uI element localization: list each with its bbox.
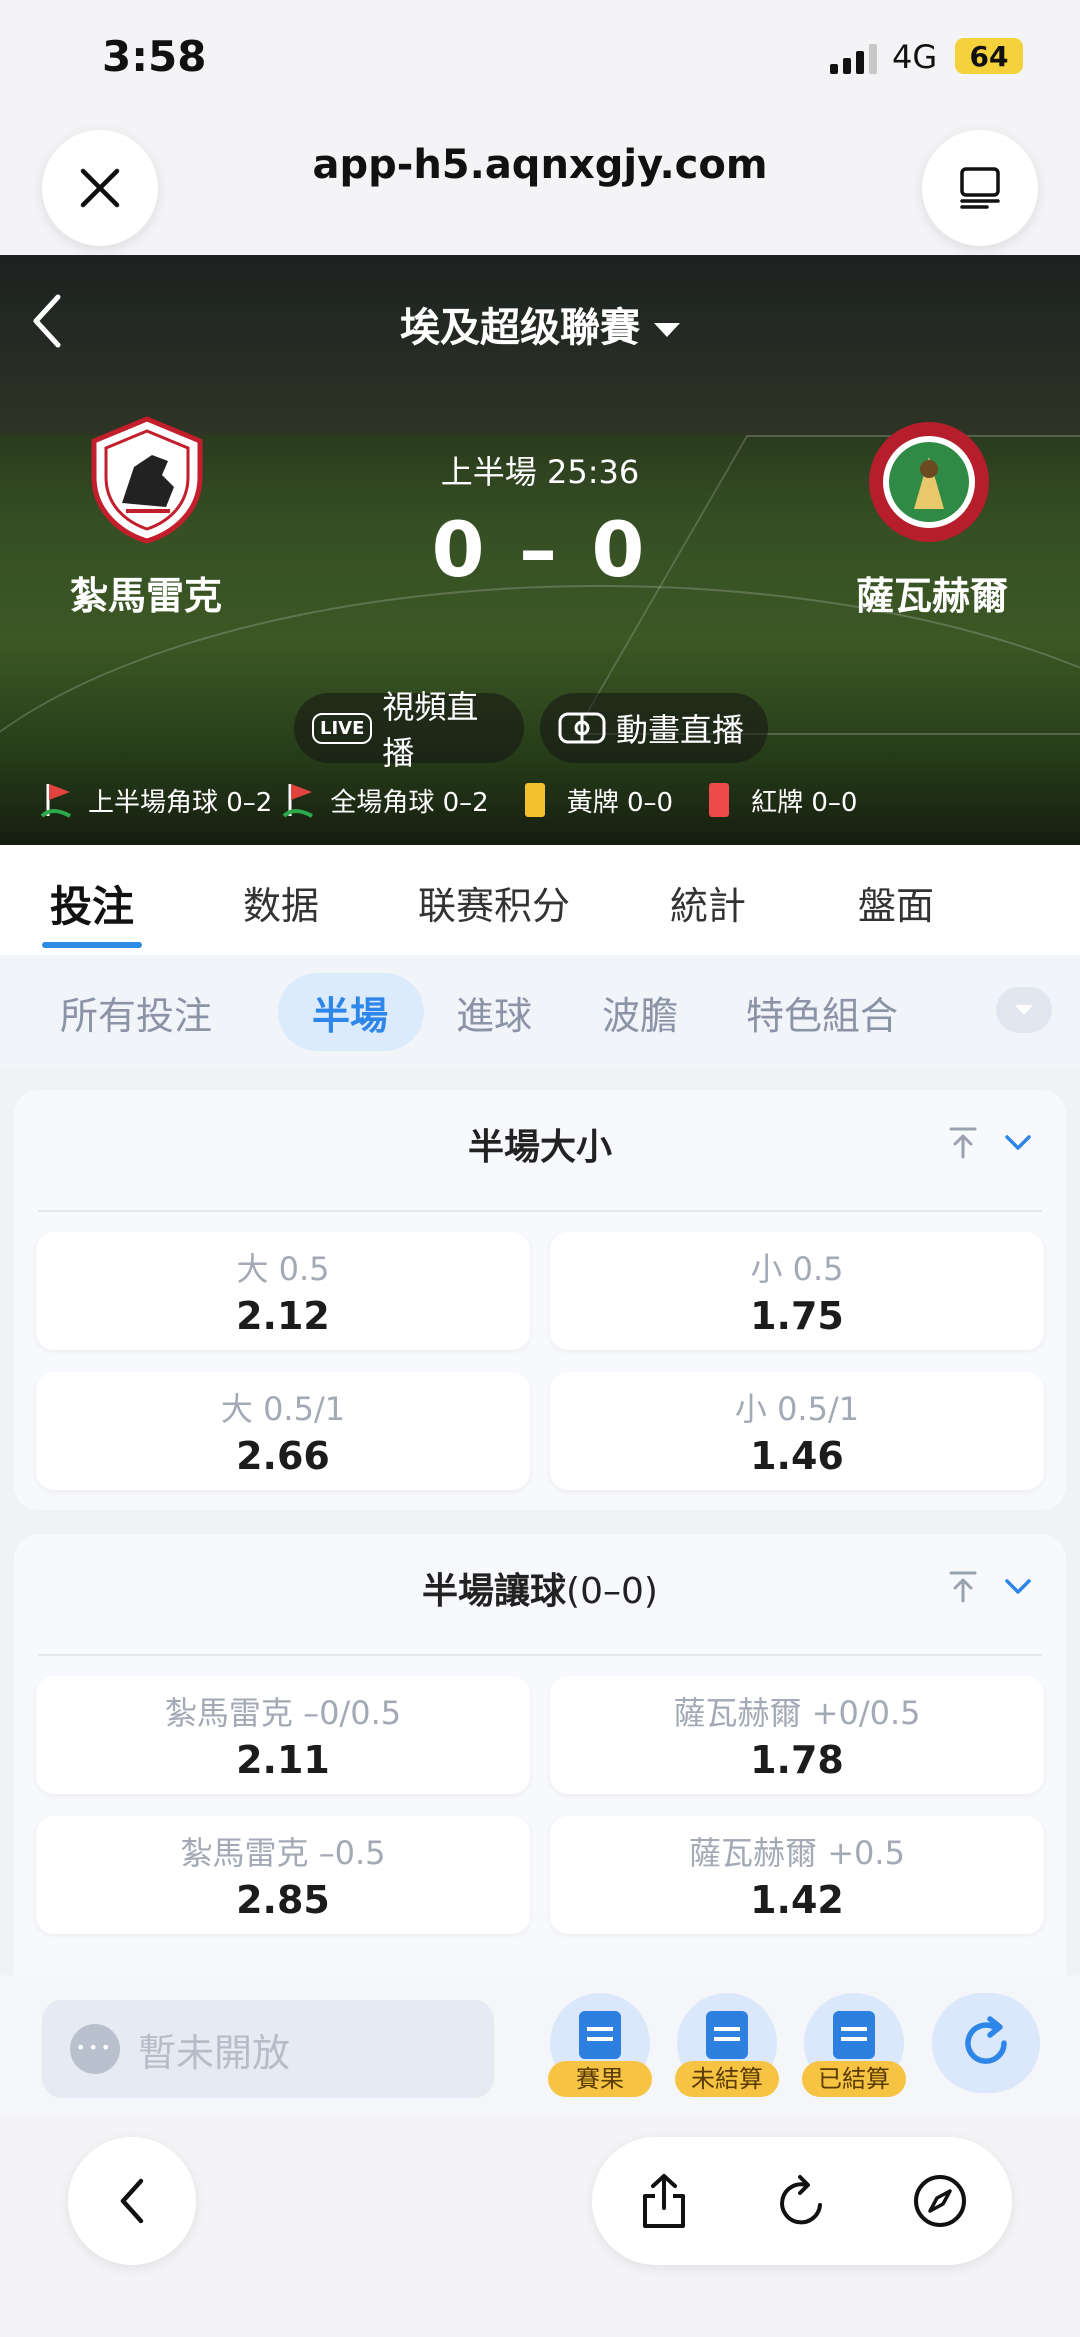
more-tabs-button[interactable] — [996, 987, 1052, 1033]
yellow-cards: 黃牌 0–0 — [566, 787, 674, 818]
page-menu-icon — [960, 167, 1000, 209]
bet-category-tabs: 所有投注 半場 進球 波膽 特色組合 — [0, 955, 1080, 1067]
odds-button[interactable]: 大 0.5/1 2.66 — [36, 1372, 530, 1490]
browser-actions — [592, 2137, 1012, 2265]
results-button[interactable]: 賽果 — [548, 1993, 652, 2097]
video-live-button[interactable]: LIVE 視頻直播 — [294, 688, 524, 772]
network-type: 4G — [892, 38, 938, 76]
pin-top-icon[interactable] — [948, 1126, 978, 1160]
odds-button[interactable]: 薩瓦赫爾 +0.5 1.42 — [550, 1816, 1044, 1934]
pitch-icon — [558, 712, 606, 744]
tab-data[interactable]: 数据 — [243, 875, 319, 930]
match-period-clock: 上半場 25:36 — [440, 453, 640, 491]
match-header: 埃及超级聯賽 紮馬雷克 薩瓦赫爾 上半場 25:36 0 – 0 LIVE 視頻… — [0, 255, 1080, 845]
unsettled-button[interactable]: 未結算 — [675, 1993, 779, 2097]
reload-icon — [780, 2175, 822, 2225]
market-title: 半場讓球(0–0) — [422, 1571, 658, 1612]
market-card-half-handicap: 半場讓球(0–0) 紮馬雷克 –0/0.5 2.11 薩瓦赫爾 +0/0.5 1.7… — [14, 1534, 1066, 1994]
red-card-icon — [709, 783, 730, 817]
reload-button[interactable] — [772, 2171, 832, 2231]
caret-down-icon — [654, 323, 680, 337]
compass-icon — [914, 2175, 966, 2227]
url-text[interactable]: app-h5.aqnxgjy.com — [0, 142, 1080, 188]
bottom-action-bar: 暫未開放 賽果 未結算 已結算 — [0, 1975, 1080, 2115]
market-title: 半場大小 — [467, 1127, 612, 1168]
tab-bets[interactable]: 投注 — [42, 873, 143, 948]
market-card-half-over-under: 半場大小 大 0.5 2.12 小 0.5 1.75 大 0.5/1 2.66 小 0… — [14, 1090, 1066, 1510]
subtab-correct-score[interactable]: 波膽 — [602, 985, 678, 1040]
caret-down-icon — [1015, 1005, 1033, 1015]
odds-button[interactable]: 薩瓦赫爾 +0/0.5 1.78 — [550, 1676, 1044, 1794]
odds-button[interactable]: 大 0.5 2.12 — [36, 1232, 530, 1350]
signal-icon — [830, 44, 877, 74]
match-score: 0 – 0 — [431, 505, 649, 594]
divider — [38, 1654, 1042, 1656]
corner-flag-icon — [282, 784, 314, 818]
status-time: 3:58 — [102, 32, 207, 81]
league-selector[interactable]: 埃及超级聯賽 — [0, 295, 1080, 353]
browser-bottom-toolbar — [0, 2115, 1080, 2337]
browser-top-bar: app-h5.aqnxgjy.com — [0, 120, 1080, 255]
subtab-all-bets[interactable]: 所有投注 — [60, 985, 212, 1040]
chat-placeholder: 暫未開放 — [138, 2030, 291, 2075]
compass-button[interactable] — [910, 2171, 970, 2231]
share-button[interactable] — [634, 2171, 694, 2231]
reader-button[interactable] — [922, 130, 1038, 246]
live-icon: LIVE — [312, 712, 373, 744]
divider — [38, 1210, 1042, 1212]
odds-button[interactable]: 小 0.5 1.75 — [550, 1232, 1044, 1350]
battery-icon: 64 — [955, 38, 1023, 74]
corner-flag-icon — [40, 784, 71, 818]
chevron-down-icon[interactable] — [1004, 1578, 1032, 1596]
tab-statistics[interactable]: 統計 — [670, 875, 746, 930]
chat-icon — [70, 2024, 120, 2074]
tab-standings[interactable]: 联赛积分 — [418, 875, 570, 930]
yellow-card-icon — [524, 783, 545, 817]
animation-live-label: 動畫直播 — [616, 711, 745, 749]
video-live-label: 視頻直播 — [382, 688, 479, 772]
results-icon — [579, 2011, 621, 2059]
refresh-button[interactable] — [932, 1993, 1040, 2093]
red-cards: 紅牌 0–0 — [751, 787, 858, 818]
odds-button[interactable]: 紮馬雷克 –0/0.5 2.11 — [36, 1676, 530, 1794]
settled-button[interactable]: 已結算 — [802, 1993, 906, 2097]
subtab-half-time[interactable]: 半場 — [312, 985, 388, 1040]
clipboard-icon — [833, 2011, 875, 2059]
league-title: 埃及超级聯賽 — [400, 305, 640, 351]
pin-top-icon[interactable] — [948, 1570, 978, 1604]
chevron-down-icon[interactable] — [1004, 1134, 1032, 1152]
browser-back-button[interactable] — [68, 2137, 196, 2265]
clipboard-icon — [706, 2011, 748, 2059]
odds-button[interactable]: 紮馬雷克 –0.5 2.85 — [36, 1816, 530, 1934]
chevron-left-icon — [120, 2178, 144, 2224]
refresh-icon — [965, 2016, 1007, 2064]
subtab-goals[interactable]: 進球 — [456, 985, 532, 1040]
odds-button[interactable]: 小 0.5/1 1.46 — [550, 1372, 1044, 1490]
subtab-special-combo[interactable]: 特色組合 — [746, 985, 898, 1040]
chat-input[interactable]: 暫未開放 — [42, 2000, 494, 2098]
active-tab-indicator — [42, 942, 143, 948]
half-corners: 上半場角球 0–2 — [88, 787, 273, 818]
status-bar: 3:58 4G 64 — [0, 0, 1080, 120]
full-corners: 全場角球 0–2 — [330, 787, 489, 818]
tab-market[interactable]: 盤面 — [858, 875, 934, 930]
animation-live-button[interactable]: 動畫直播 — [540, 693, 768, 763]
match-stats-row: 上半場角球 0–2 全場角球 0–2 黃牌 0–0 紅牌 0–0 — [40, 780, 857, 820]
main-tabs: 投注 数据 联赛积分 統計 盤面 — [0, 845, 1080, 955]
share-icon — [643, 2174, 685, 2228]
